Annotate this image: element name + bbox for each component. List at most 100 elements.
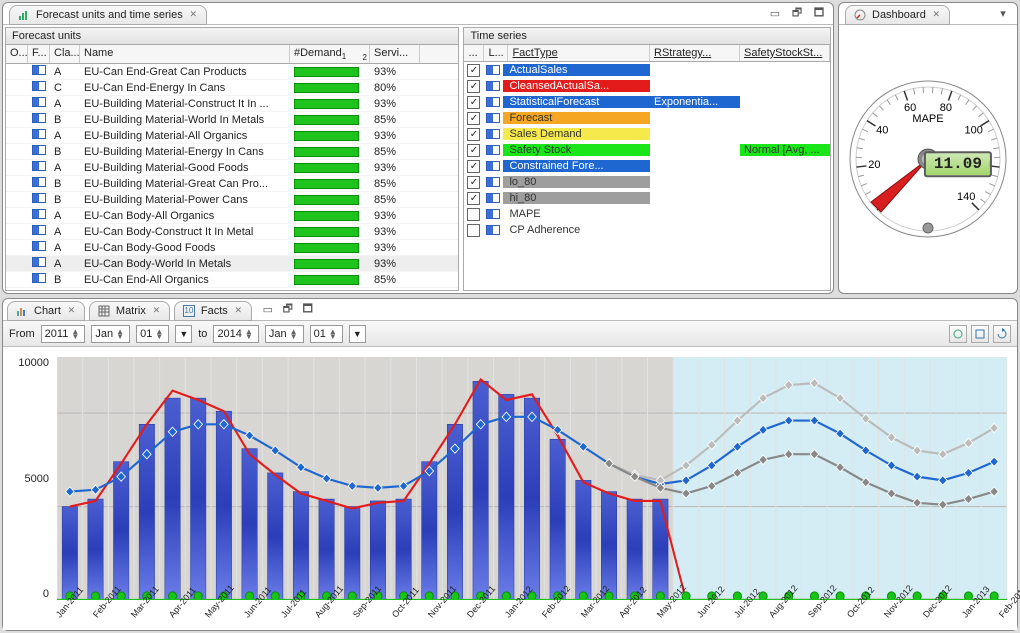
table-row[interactable]: A EU-Building Material-All Organics 93% [6, 128, 458, 144]
minimize-icon[interactable]: ▭ [260, 302, 276, 318]
table-row[interactable]: B EU-Building Material-Energy In Cans 85… [6, 144, 458, 160]
forecast-unit-icon [32, 193, 46, 203]
time-series-row[interactable]: ✓ Constrained Fore... [464, 158, 830, 174]
checkbox[interactable]: ✓ [467, 160, 480, 173]
table-row[interactable]: C EU-Can End-Energy In Cans 80% [6, 80, 458, 96]
tab-chart[interactable]: Chart ✕ [7, 301, 85, 321]
year-to-spinner[interactable]: 2014▲▼ [213, 325, 258, 343]
tool-button-2[interactable] [971, 325, 989, 343]
series-icon [483, 209, 503, 219]
checkbox[interactable]: ✓ [467, 144, 480, 157]
checkbox[interactable]: ✓ [467, 64, 480, 77]
close-icon[interactable]: ✕ [189, 10, 198, 19]
demand-bar [294, 275, 359, 285]
checkbox[interactable]: ✓ [467, 80, 480, 93]
pane-title: Forecast units [6, 28, 458, 45]
checkbox[interactable]: ✓ [467, 96, 480, 109]
checkbox[interactable]: ✓ [467, 192, 480, 205]
chart-panel: Chart ✕ Matrix ✕ 10 Facts ✕ ▭ 🗗 🗖 From 2… [2, 298, 1018, 631]
demand-bar [294, 243, 359, 253]
chart-icon [16, 305, 28, 317]
table-row[interactable]: B EU-Building Material-Power Cans 85% [6, 192, 458, 208]
series-icon [483, 225, 503, 235]
chart-plot-area[interactable]: 1000050000 Jan-2011Feb-2011Mar-2011Apr-2… [3, 347, 1017, 630]
checkbox[interactable] [467, 224, 480, 237]
day-to-spinner[interactable]: 01▲▼ [310, 325, 343, 343]
time-series-row[interactable]: ✓ CleansedActualSa... [464, 78, 830, 94]
close-icon[interactable]: ✕ [67, 306, 76, 315]
demand-bar [294, 83, 359, 93]
time-series-row[interactable]: ✓ Forecast [464, 110, 830, 126]
day-from-spinner[interactable]: 01▲▼ [136, 325, 169, 343]
table-row[interactable]: A EU-Can End-Great Can Products 93% [6, 64, 458, 80]
table-row[interactable]: A EU-Can Body-Good Foods 93% [6, 240, 458, 256]
year-from-spinner[interactable]: 2011▲▼ [41, 325, 86, 343]
svg-text:40: 40 [876, 124, 888, 136]
series-icon [483, 113, 503, 123]
forecast-unit-icon [32, 113, 46, 123]
table-row[interactable]: A EU-Building Material-Good Foods 93% [6, 160, 458, 176]
table-row[interactable]: B EU-Building Material-World In Metals 8… [6, 112, 458, 128]
demand-bar [294, 179, 359, 189]
time-series-row[interactable]: ✓ StatisticalForecast Exponentia... [464, 94, 830, 110]
checkbox[interactable]: ✓ [467, 128, 480, 141]
forecast-units-rows[interactable]: A EU-Can End-Great Can Products 93% C EU… [6, 64, 458, 290]
forecast-unit-icon [32, 257, 46, 267]
tool-button-1[interactable] [949, 325, 967, 343]
series-icon [483, 177, 503, 187]
forecast-units-header: O... F... Cla... Name #Demand12 Servi... [6, 45, 458, 64]
time-series-rows[interactable]: ✓ ActualSales ✓ CleansedActualSa... ✓ St… [464, 62, 830, 290]
time-series-header: ... L... FactType RStrategy... SafetySto… [464, 45, 830, 62]
forecast-time-series-panel: Forecast units and time series ✕ ▭ 🗗 🗖 F… [2, 2, 834, 294]
table-row[interactable]: A EU-Can Body-All Organics 93% [6, 208, 458, 224]
table-row[interactable]: B EU-Can End-All Organics 85% [6, 272, 458, 288]
from-label: From [9, 328, 35, 340]
tab-forecast-units-ts[interactable]: Forecast units and time series ✕ [9, 5, 207, 25]
time-series-row[interactable]: ✓ Sales Demand [464, 126, 830, 142]
restore-icon[interactable]: 🗖 [300, 302, 316, 318]
time-series-row[interactable]: ✓ ActualSales [464, 62, 830, 78]
menu-icon[interactable]: ▾ [995, 6, 1011, 22]
facts-icon: 10 [183, 305, 195, 317]
time-series-row[interactable]: MAPE [464, 206, 830, 222]
series-icon [483, 65, 503, 75]
demand-bar [294, 163, 359, 173]
restore-icon[interactable]: 🗖 [811, 6, 827, 22]
mape-gauge: 0 20 40 60 80 100 120 140 MAPE 11.09 [839, 25, 1017, 293]
checkbox[interactable]: ✓ [467, 112, 480, 125]
minimize-icon[interactable]: ▭ [767, 6, 783, 22]
series-icon [483, 193, 503, 203]
from-dropdown[interactable]: ▼ [175, 325, 192, 343]
close-icon[interactable]: ✕ [234, 306, 243, 315]
demand-bar [294, 99, 359, 109]
mape-value: 11.09 [924, 151, 992, 177]
time-series-pane: Time series ... L... FactType RStrategy.… [463, 27, 831, 291]
series-icon [483, 129, 503, 139]
table-row[interactable]: A EU-Building Material-Construct It In .… [6, 96, 458, 112]
to-dropdown[interactable]: ▼ [349, 325, 366, 343]
demand-bar [294, 227, 359, 237]
tab-matrix[interactable]: Matrix ✕ [89, 301, 170, 321]
maximize-icon[interactable]: 🗗 [789, 6, 805, 22]
month-to-spinner[interactable]: Jan▲▼ [265, 325, 304, 343]
series-icon [483, 161, 503, 171]
demand-bar [294, 195, 359, 205]
month-from-spinner[interactable]: Jan▲▼ [91, 325, 130, 343]
demand-bar [294, 211, 359, 221]
table-row[interactable]: A EU-Can Body-World In Metals 93% [6, 256, 458, 272]
close-icon[interactable]: ✕ [932, 10, 941, 19]
refresh-button[interactable] [993, 325, 1011, 343]
series-icon [483, 145, 503, 155]
checkbox[interactable]: ✓ [467, 176, 480, 189]
time-series-row[interactable]: ✓ Safety Stock Normal [Avg, ... [464, 142, 830, 158]
table-row[interactable]: B EU-Building Material-Great Can Pro... … [6, 176, 458, 192]
tab-facts[interactable]: 10 Facts ✕ [174, 301, 252, 321]
tab-dashboard[interactable]: Dashboard ✕ [845, 5, 950, 25]
time-series-row[interactable]: CP Adherence [464, 222, 830, 238]
maximize-icon[interactable]: 🗗 [280, 302, 296, 318]
checkbox[interactable] [467, 208, 480, 221]
table-row[interactable]: A EU-Can Body-Construct It In Metal 93% [6, 224, 458, 240]
time-series-row[interactable]: ✓ hi_80 [464, 190, 830, 206]
time-series-row[interactable]: ✓ lo_80 [464, 174, 830, 190]
close-icon[interactable]: ✕ [152, 306, 161, 315]
